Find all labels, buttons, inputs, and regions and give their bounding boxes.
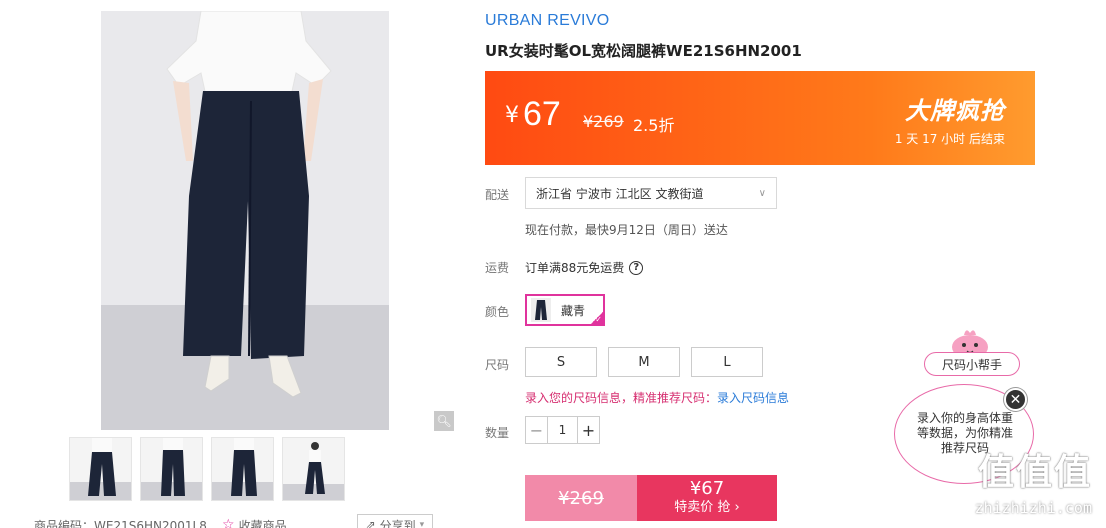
question-icon[interactable]: ?: [629, 260, 644, 275]
product-meta-bar: 商品编码：WE21S6HN2001L8 ☆ 收藏商品 ⇗ 分享到 ▾: [34, 514, 434, 528]
minus-button[interactable]: −: [526, 417, 548, 443]
size-options: S M L: [525, 347, 763, 377]
magnifier-icon: 🔍︎: [436, 414, 452, 428]
brand-link[interactable]: URBAN REVIVO: [485, 12, 610, 30]
close-icon[interactable]: ✕: [1004, 388, 1027, 411]
favorite-button[interactable]: ☆ 收藏商品: [222, 517, 287, 528]
thumbnail-strip: [69, 437, 345, 501]
thumbnail-3[interactable]: [211, 437, 274, 501]
check-icon: ✓: [595, 315, 602, 324]
product-title: UR女装时髦OL宽松阔腿裤WE21S6HN2001: [485, 42, 802, 60]
shipping-info: 订单满88元免运费 ?: [525, 259, 644, 276]
countdown-timer: 1 天 17 小时 后结束: [894, 132, 1005, 146]
chevron-down-icon: ∨: [758, 187, 766, 199]
buy-original-price: ¥269: [525, 475, 637, 521]
plus-button[interactable]: +: [577, 417, 599, 443]
share-dropdown[interactable]: ⇗ 分享到 ▾: [356, 514, 434, 528]
price-banner: ¥ 67 ¥269 2.5折 大牌疯抢 1 天 17 小时 后结束: [485, 71, 1035, 165]
delivery-label: 配送: [485, 188, 510, 202]
size-option-s[interactable]: S: [525, 347, 597, 377]
color-swatch-image: [531, 298, 551, 322]
color-label: 颜色: [485, 305, 510, 319]
quantity-stepper: − 1 +: [525, 416, 600, 444]
star-icon: ☆: [222, 517, 235, 528]
shipping-label: 运费: [485, 261, 510, 275]
discount-rate: 2.5折: [633, 116, 675, 135]
currency-symbol: ¥: [505, 103, 519, 128]
size-recommend-note: 录入您的尺码信息，精准推荐尺码：录入尺码信息: [525, 391, 790, 405]
thumbnail-4[interactable]: [282, 437, 345, 501]
size-helper-tag[interactable]: 尺码小帮手: [924, 352, 1020, 376]
current-price: 67: [523, 95, 561, 133]
size-label: 尺码: [485, 358, 510, 372]
chevron-down-icon: ▾: [419, 520, 425, 528]
zoom-button[interactable]: 🔍︎: [434, 411, 454, 431]
product-main-image[interactable]: [101, 11, 389, 430]
quantity-label: 数量: [485, 426, 510, 440]
size-option-l[interactable]: L: [691, 347, 763, 377]
size-option-m[interactable]: M: [608, 347, 680, 377]
address-value: 浙江省 宁波市 江北区 文教街道: [536, 186, 704, 201]
delivery-estimate: 现在付款，最快9月12日（周日）送达: [525, 223, 728, 237]
quantity-input[interactable]: 1: [548, 417, 577, 443]
promo-title: 大牌疯抢: [905, 97, 1005, 125]
original-price: ¥269: [583, 112, 624, 131]
thumbnail-1[interactable]: [69, 437, 132, 501]
thumbnail-2[interactable]: [140, 437, 203, 501]
address-select[interactable]: 浙江省 宁波市 江北区 文教街道 ∨: [525, 177, 777, 209]
color-option-navy[interactable]: 藏青 ✓: [525, 294, 605, 326]
size-info-link[interactable]: 录入尺码信息: [717, 391, 789, 405]
product-code: 商品编码：WE21S6HN2001L8: [34, 518, 207, 528]
watermark: 值值值 zhizhizhi.com: [974, 452, 1092, 517]
buy-now-button[interactable]: ¥67 特卖价 抢 ›: [637, 475, 777, 521]
share-icon: ⇗: [365, 518, 376, 528]
